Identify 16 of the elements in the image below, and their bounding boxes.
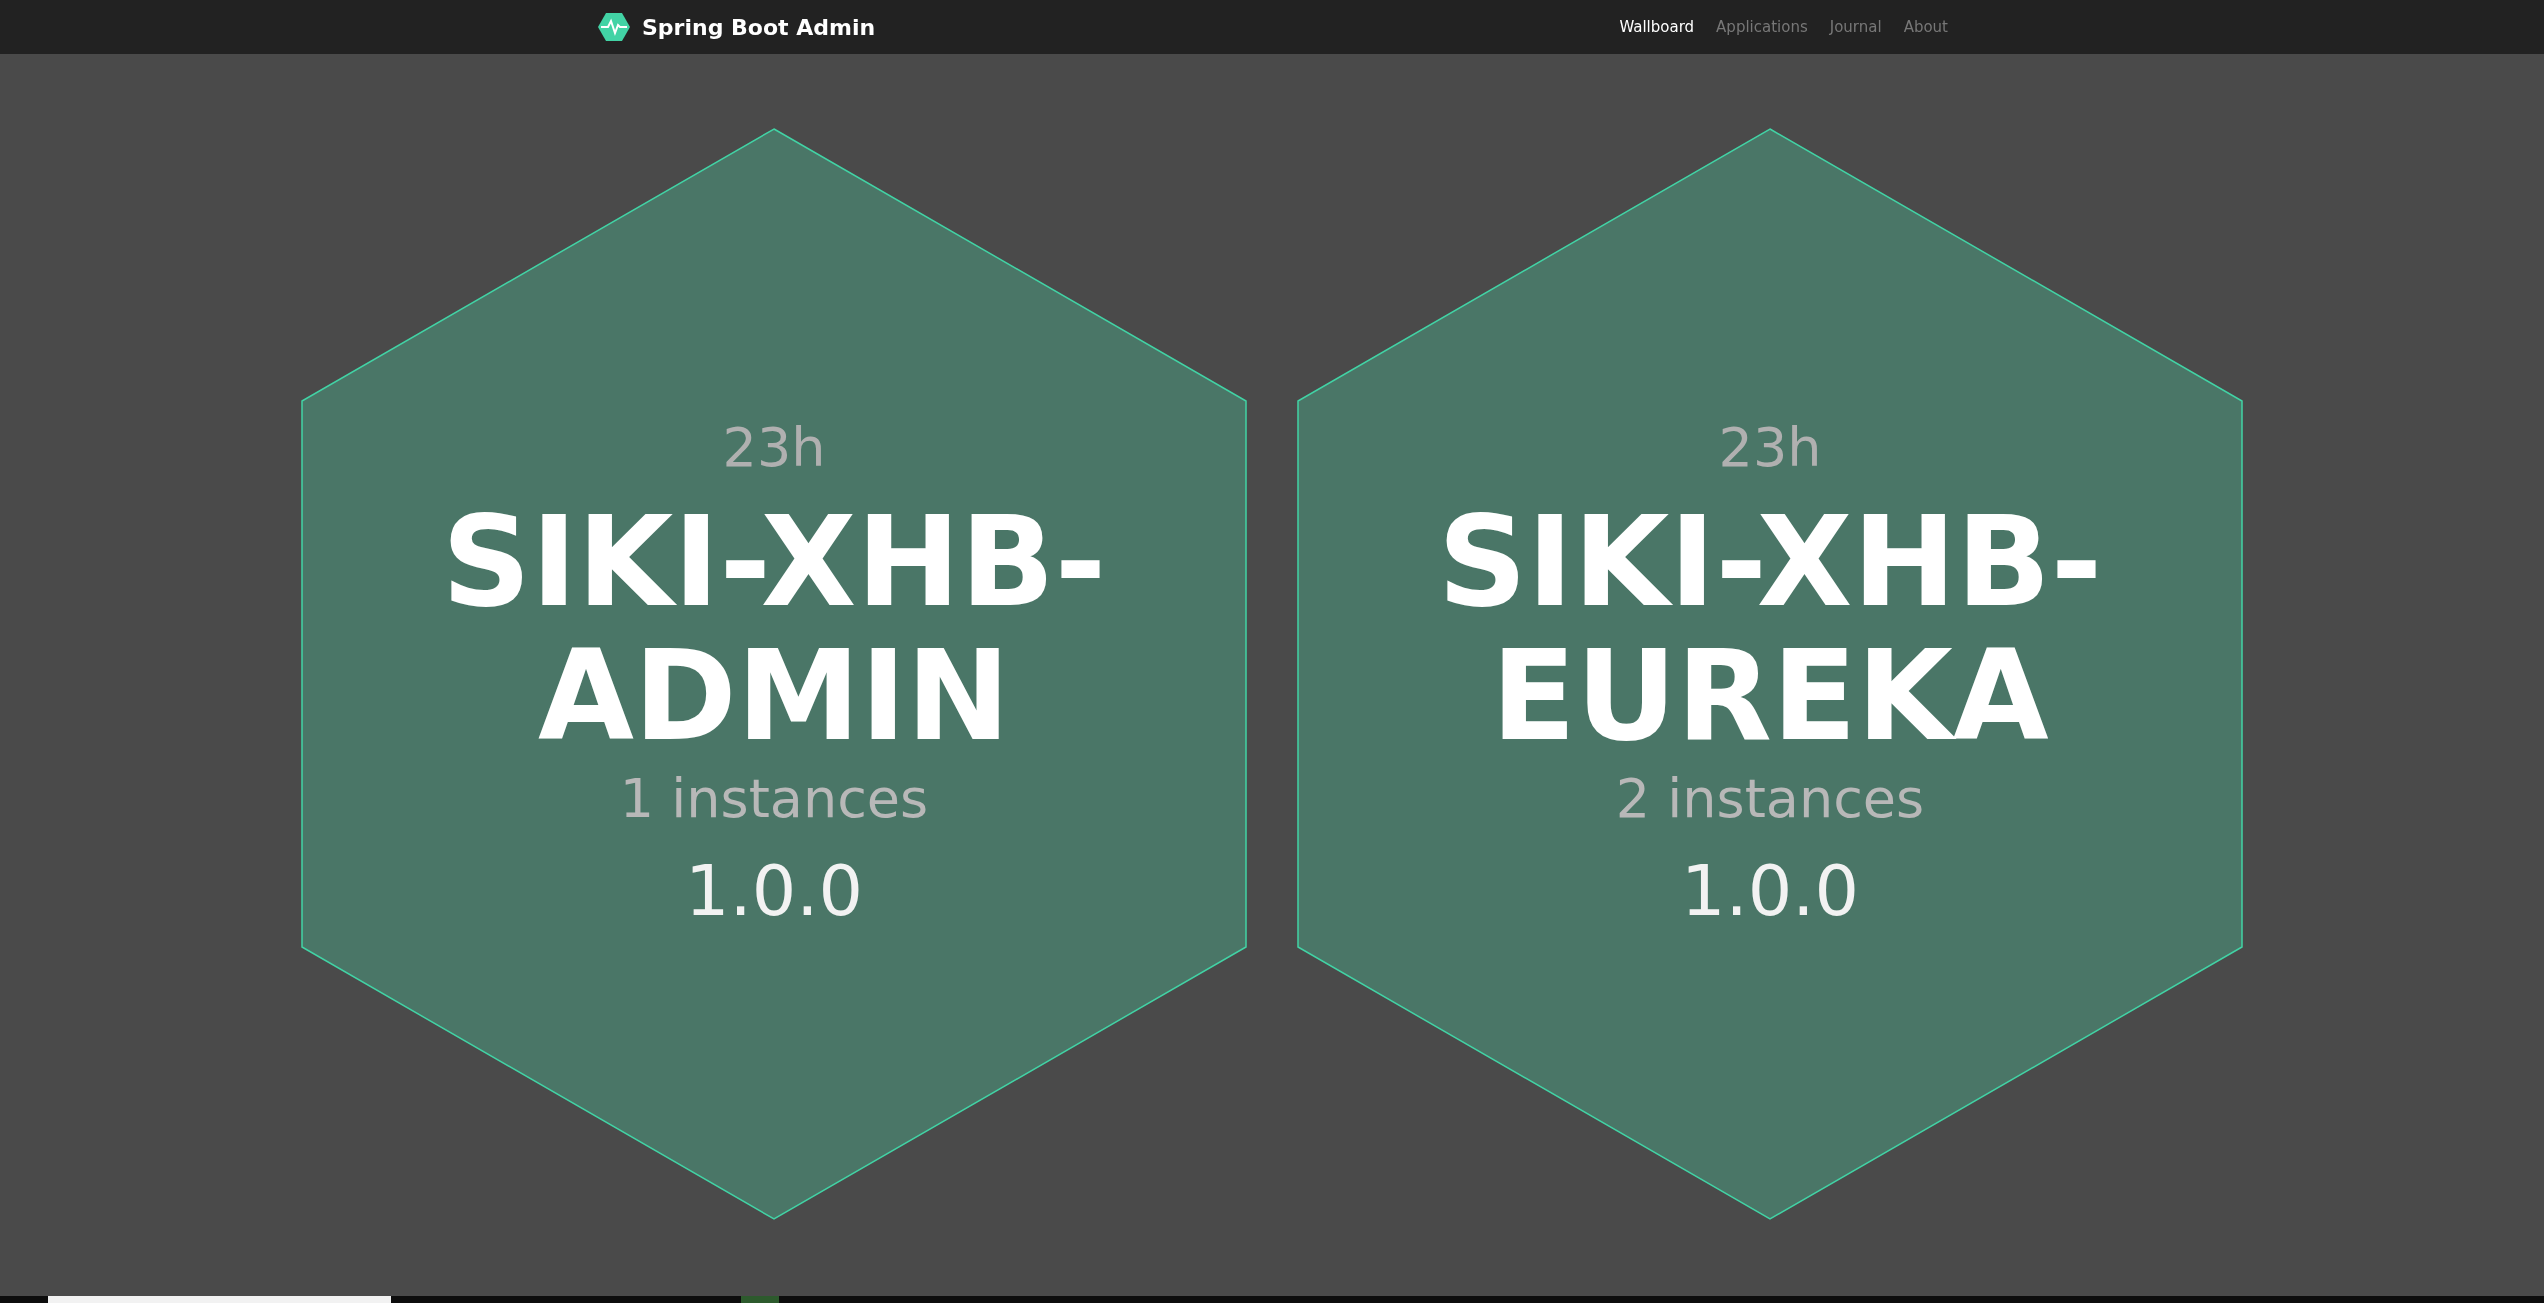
application-name: SIKI-XHB- EUREKA (1437, 495, 2103, 763)
application-hexagon[interactable] (1297, 128, 2243, 1220)
brand-title: Spring Boot Admin (642, 14, 876, 40)
application-name: SIKI-XHB- ADMIN (441, 495, 1107, 763)
logo-icon (598, 13, 630, 41)
application-hexagon[interactable] (301, 128, 1247, 1220)
nav-link[interactable]: Wallboard (1619, 18, 1695, 36)
uptime-label: 23h (722, 416, 826, 479)
uptime-label: 23h (1718, 416, 1822, 479)
instance-count: 2 instances (1615, 767, 1925, 830)
version-label: 1.0.0 (684, 850, 864, 932)
instance-count: 1 instances (619, 767, 929, 830)
nav-link[interactable]: About (1903, 18, 1948, 36)
nav-link[interactable]: Journal (1829, 18, 1882, 36)
version-label: 1.0.0 (1680, 850, 1860, 932)
nav-link[interactable]: Applications (1716, 18, 1808, 36)
